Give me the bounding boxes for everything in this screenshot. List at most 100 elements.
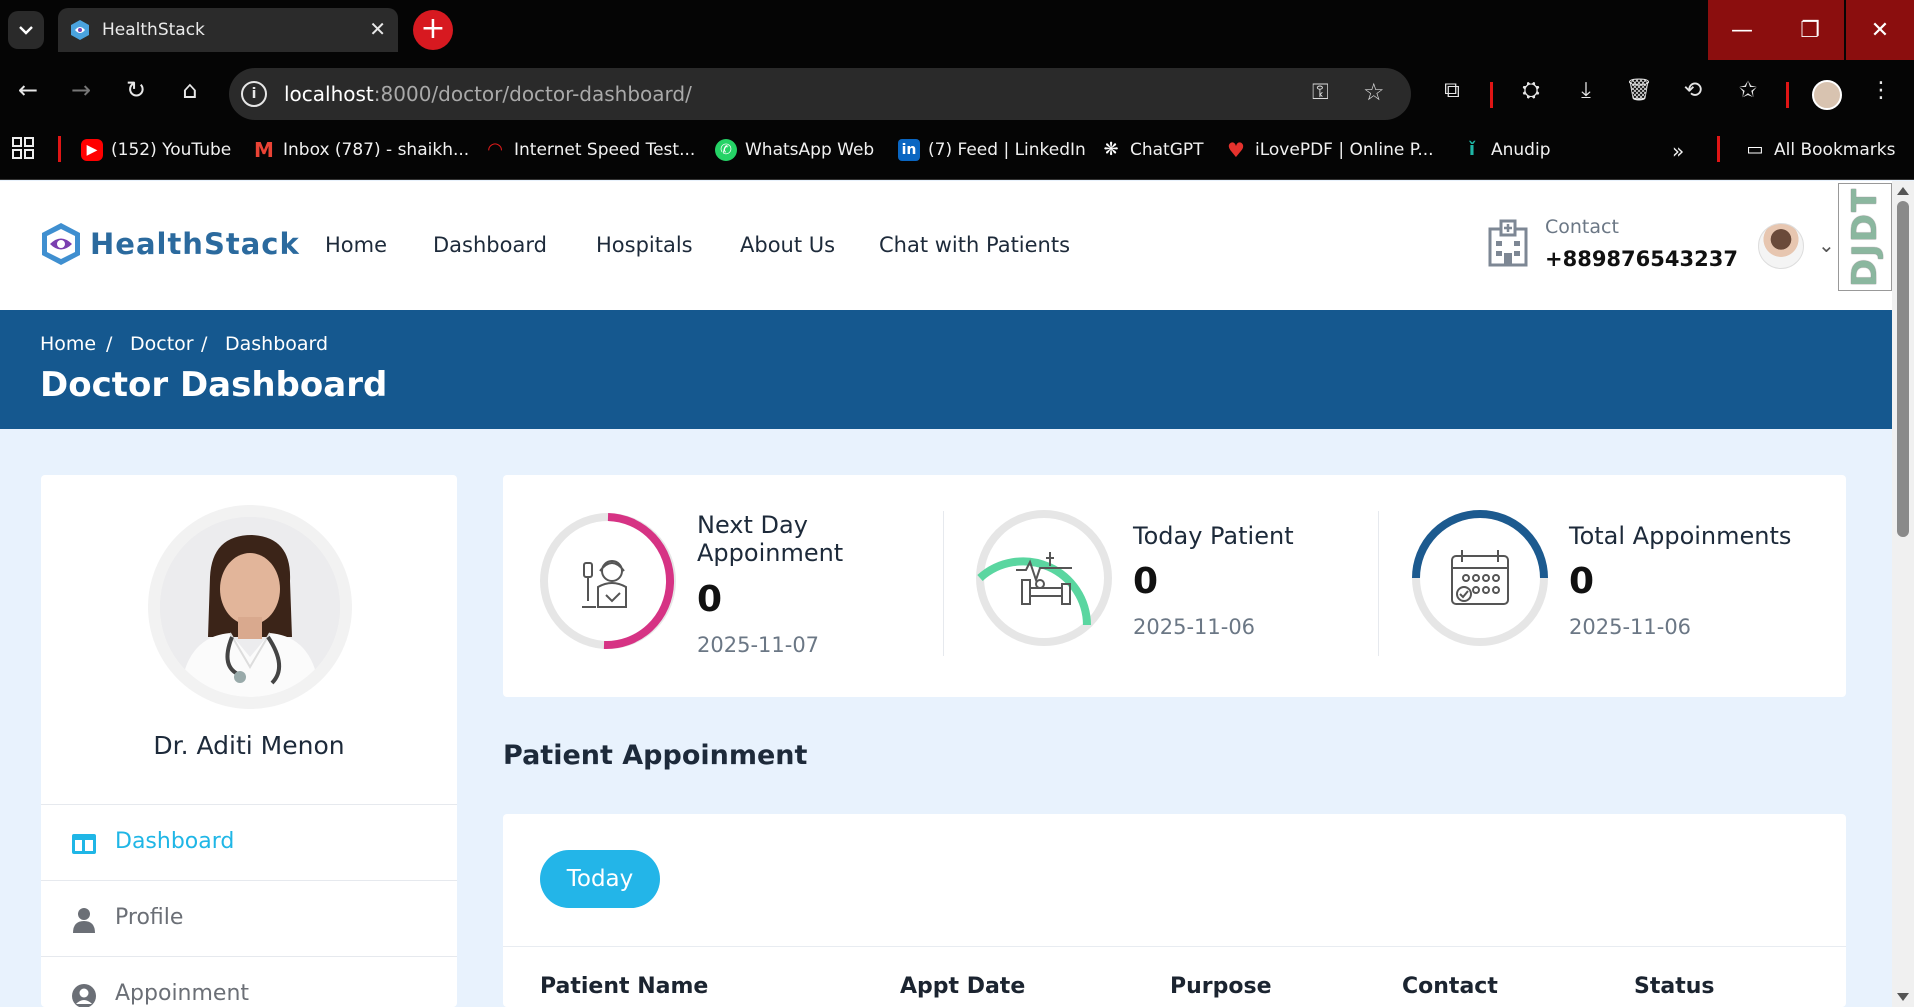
- site-header: HealthStack Home Dashboard Hospitals Abo…: [0, 181, 1892, 310]
- divider: [503, 946, 1846, 947]
- stats-card: Next Day Appoinment 0 2025-11-07 Today P…: [503, 475, 1846, 697]
- sidebar-item-dashboard[interactable]: Dashboard: [41, 804, 457, 880]
- django-debug-toolbar-handle[interactable]: DJDT: [1838, 183, 1892, 291]
- history-icon[interactable]: ⟲: [1678, 78, 1708, 103]
- site-info-icon[interactable]: i: [241, 81, 267, 107]
- progress-ring: [1412, 510, 1548, 646]
- minimize-button[interactable]: —: [1708, 0, 1776, 60]
- nav-chat-with-patients[interactable]: Chat with Patients: [879, 233, 1070, 257]
- tab-search-button[interactable]: [8, 11, 44, 49]
- column-header-contact: Contact: [1402, 974, 1498, 999]
- contact-phone: +889876543237: [1545, 247, 1738, 271]
- browser-tab-bar: HealthStack ✕ + — ❐ ✕: [0, 0, 1914, 60]
- breadcrumb-doctor[interactable]: Doctor: [130, 333, 194, 355]
- bookmark-speedtest[interactable]: ◠ Internet Speed Test...: [484, 139, 695, 161]
- breadcrumb-home[interactable]: Home: [40, 333, 96, 355]
- bookmarks-separator: [1717, 136, 1720, 162]
- new-tab-button[interactable]: +: [413, 10, 453, 50]
- scroll-up-arrow[interactable]: [1897, 187, 1909, 195]
- extensions-icon[interactable]: ⧉: [1437, 78, 1467, 103]
- tab-close-icon[interactable]: ✕: [369, 17, 386, 41]
- all-bookmarks[interactable]: ▭ All Bookmarks: [1744, 139, 1895, 161]
- home-icon[interactable]: ⌂: [174, 74, 206, 106]
- gmail-icon: M: [254, 138, 274, 162]
- bookmark-linkedin[interactable]: in (7) Feed | LinkedIn: [898, 139, 1086, 161]
- chatgpt-icon: ❋: [1103, 139, 1119, 160]
- contact-label: Contact: [1545, 216, 1619, 238]
- bookmark-anudip[interactable]: ǐ Anudip: [1461, 139, 1551, 161]
- back-arrow-icon[interactable]: ←: [12, 74, 44, 106]
- healthstack-logo-icon: [42, 223, 80, 265]
- appointments-card: Today Patient Name Appt Date Purpose Con…: [503, 814, 1846, 1007]
- hospital-building-icon: [1488, 219, 1528, 267]
- speedtest-icon: ◠: [488, 139, 502, 160]
- bookmarks-separator: [58, 136, 61, 162]
- sidebar-item-appoinment[interactable]: Appoinment: [41, 956, 457, 1007]
- breadcrumb-separator: /: [106, 333, 113, 355]
- bookmark-youtube[interactable]: ▶ (152) YouTube: [81, 139, 231, 161]
- nav-hospitals[interactable]: Hospitals: [596, 233, 693, 257]
- scroll-down-arrow[interactable]: [1897, 993, 1909, 1001]
- calendar-icon: [1451, 550, 1509, 605]
- stat-total-appointments: Total Appoinments 0 2025-11-06: [1379, 475, 1846, 697]
- download-icon[interactable]: ⤓: [1571, 78, 1601, 103]
- site-logo[interactable]: HealthStack: [38, 221, 300, 267]
- more-bookmarks-icon[interactable]: »: [1672, 139, 1684, 163]
- today-filter-button[interactable]: Today: [540, 850, 660, 908]
- dashboard-icon: [72, 834, 96, 854]
- apps-grid-icon[interactable]: [12, 137, 34, 159]
- stat-title: Next Day Appoinment: [697, 511, 844, 567]
- profile-photo-frame: [148, 505, 352, 709]
- toolbar-separator: [1786, 82, 1789, 108]
- chevron-down-icon[interactable]: ⌄: [1818, 233, 1835, 257]
- stat-today-patient: Today Patient 0 2025-11-06: [944, 475, 1378, 697]
- bookmarks-bar: ▶ (152) YouTube M Inbox (787) - shaikh... …: [0, 120, 1914, 180]
- column-header-appt-date: Appt Date: [900, 974, 1026, 999]
- patient-drip-icon: [582, 560, 627, 608]
- forward-arrow-icon[interactable]: →: [65, 74, 97, 106]
- trash-icon[interactable]: 🗑: [1624, 78, 1654, 103]
- nav-dashboard[interactable]: Dashboard: [433, 233, 547, 257]
- page-title: Doctor Dashboard: [40, 365, 388, 405]
- sidebar-item-profile[interactable]: Profile: [41, 880, 457, 956]
- more-menu-icon[interactable]: ⋮: [1866, 78, 1896, 103]
- stat-value: 0: [697, 579, 723, 620]
- bookmark-chatgpt[interactable]: ❋ ChatGPT: [1100, 139, 1203, 161]
- bookmark-whatsapp[interactable]: ✆ WhatsApp Web: [715, 139, 874, 161]
- page-banner: Home / Doctor / Dashboard Doctor Dashboa…: [0, 310, 1892, 429]
- stat-value: 0: [1569, 561, 1595, 602]
- stat-date: 2025-11-07: [697, 633, 820, 657]
- password-key-icon[interactable]: ⚿: [1312, 80, 1329, 105]
- close-window-button[interactable]: ✕: [1846, 0, 1914, 60]
- bookmark-ilovepdf[interactable]: ♥ iLovePDF | Online P...: [1225, 139, 1434, 161]
- bookmark-gmail[interactable]: M Inbox (787) - shaikh...: [253, 139, 469, 161]
- favorites-icon[interactable]: ✩: [1733, 78, 1763, 103]
- restore-button[interactable]: ❐: [1776, 0, 1844, 60]
- url-text[interactable]: localhost:8000/doctor/doctor-dashboard/: [284, 82, 692, 106]
- breadcrumb-separator: /: [201, 333, 208, 355]
- page-scrollbar[interactable]: [1892, 181, 1914, 1007]
- profile-avatar-icon[interactable]: [1812, 80, 1842, 110]
- folder-icon: ▭: [1746, 139, 1764, 160]
- browser-tab[interactable]: HealthStack ✕: [58, 8, 398, 52]
- reload-icon[interactable]: ↻: [120, 74, 152, 106]
- column-header-patient-name: Patient Name: [540, 974, 709, 999]
- scrollbar-thumb[interactable]: [1897, 201, 1909, 537]
- doctor-photo: [160, 517, 340, 697]
- nav-home[interactable]: Home: [325, 233, 387, 257]
- bookmark-star-icon[interactable]: ☆: [1363, 78, 1385, 106]
- stat-date: 2025-11-06: [1133, 615, 1256, 639]
- linkedin-icon: in: [898, 139, 920, 161]
- column-header-status: Status: [1634, 974, 1715, 999]
- progress-ring: [976, 510, 1112, 646]
- doctor-name: Dr. Aditi Menon: [153, 731, 345, 760]
- sidebar-item-label: Dashboard: [115, 829, 235, 854]
- stat-title: Total Appoinments: [1569, 522, 1792, 550]
- anudip-icon: ǐ: [1468, 139, 1476, 160]
- nav-about-us[interactable]: About Us: [740, 233, 835, 257]
- user-avatar[interactable]: [1758, 223, 1804, 269]
- address-bar[interactable]: i localhost:8000/doctor/doctor-dashboard…: [229, 68, 1411, 120]
- incognito-icon[interactable]: ⛭: [1516, 78, 1546, 103]
- sidebar-item-label: Appoinment: [115, 981, 250, 1006]
- ilovepdf-icon: ♥: [1227, 138, 1245, 162]
